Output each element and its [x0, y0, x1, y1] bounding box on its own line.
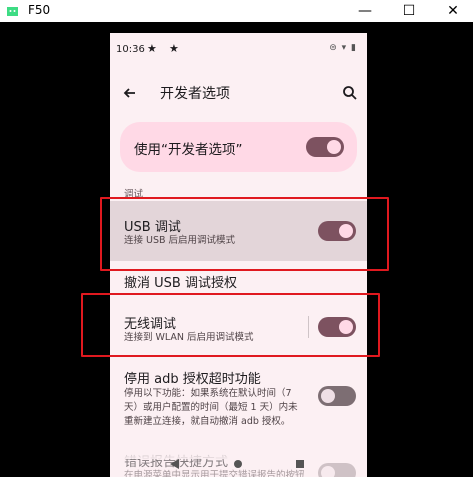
nav-back-icon[interactable] — [170, 459, 179, 469]
star-icon: ★ — [147, 42, 157, 55]
disable-adb-timeout-switch[interactable] — [318, 386, 356, 406]
app-icon — [7, 7, 18, 16]
close-button[interactable]: ✕ — [433, 0, 473, 22]
disable-adb-timeout-subtitle-line1: 停用以下功能：如果系统在默认时间（7 — [124, 388, 292, 399]
back-arrow-icon[interactable] — [120, 83, 140, 103]
highlight-box-wireless-debugging — [81, 293, 380, 357]
minimize-button[interactable]: — — [345, 0, 385, 22]
window-titlebar: F50 — ☐ ✕ — [0, 0, 473, 22]
nav-recents-icon[interactable] — [296, 460, 304, 468]
window-title: F50 — [28, 3, 51, 17]
star-icon: ★ — [169, 42, 179, 55]
master-toggle-label: 使用“开发者选项” — [134, 142, 243, 158]
search-icon[interactable] — [341, 84, 359, 102]
status-icons: ⊜ ▾ ▮ — [329, 43, 357, 53]
maximize-button[interactable]: ☐ — [389, 0, 429, 22]
page-title: 开发者选项 — [160, 86, 230, 102]
navigation-bar — [110, 451, 367, 477]
status-time: 10:36 — [116, 44, 145, 55]
disable-adb-timeout-title[interactable]: 停用 adb 授权超时功能 — [124, 368, 261, 387]
status-bar: 10:36 ★ ★ ⊜ ▾ ▮ — [110, 33, 367, 66]
disable-adb-timeout-subtitle-line3: 重新建立连接，就自动撤消 adb 授权。 — [124, 416, 291, 427]
nav-home-icon[interactable] — [234, 460, 242, 468]
developer-options-master-toggle[interactable]: 使用“开发者选项” — [120, 122, 357, 172]
disable-adb-timeout-subtitle-line2: 天）或用户配置的时间（最短 1 天）内未 — [124, 402, 298, 413]
revoke-usb-authorizations-item[interactable]: 撤消 USB 调试授权 — [124, 272, 237, 291]
app-bar: 开发者选项 — [110, 73, 367, 113]
master-switch[interactable] — [306, 137, 344, 157]
highlight-box-usb-debugging — [100, 197, 389, 271]
